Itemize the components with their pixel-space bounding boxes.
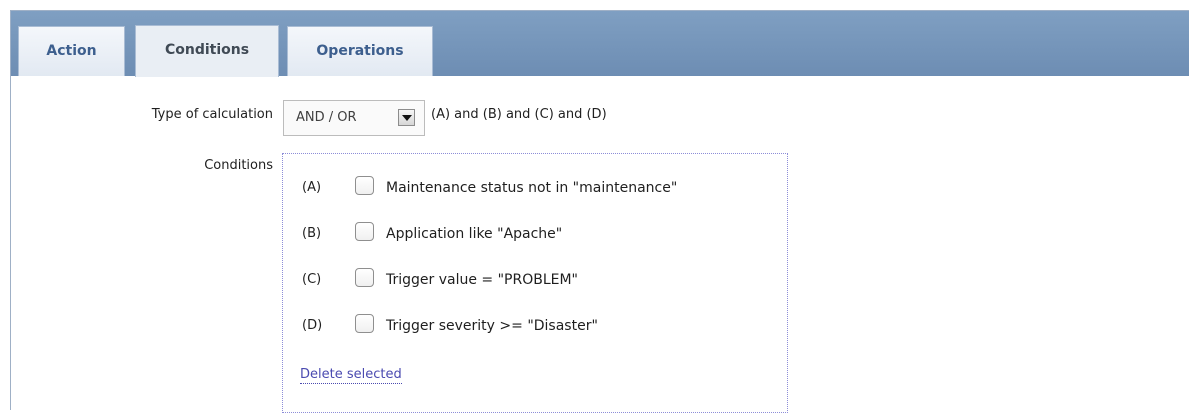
condition-text: Trigger value = "PROBLEM" [386, 272, 579, 288]
conditions-label: Conditions [204, 158, 273, 173]
condition-letter: (A) [302, 180, 322, 195]
condition-checkbox[interactable] [355, 176, 374, 195]
condition-letter: (B) [302, 226, 322, 241]
type-of-calculation-label: Type of calculation [151, 107, 273, 122]
tab-operations[interactable]: Operations [287, 26, 433, 76]
condition-text: Maintenance status not in "maintenance" [386, 180, 678, 196]
type-of-calculation-select[interactable]: AND / OR [283, 100, 425, 136]
conditions-list: (A) Maintenance status not in "maintenan… [282, 153, 788, 413]
select-value: AND / OR [296, 110, 357, 125]
condition-text: Trigger severity >= "Disaster" [386, 318, 598, 334]
condition-text: Application like "Apache" [386, 226, 563, 242]
tab-conditions[interactable]: Conditions [135, 25, 279, 77]
delete-selected-link[interactable]: Delete selected [300, 367, 402, 384]
condition-letter: (C) [302, 272, 322, 287]
condition-letter: (D) [302, 318, 323, 333]
tab-bar: Action Conditions Operations [11, 11, 1189, 77]
tab-action[interactable]: Action [18, 26, 125, 76]
chevron-down-icon[interactable] [398, 109, 415, 126]
condition-checkbox[interactable] [355, 268, 374, 287]
calculation-formula: (A) and (B) and (C) and (D) [431, 107, 607, 122]
condition-checkbox[interactable] [355, 222, 374, 241]
condition-checkbox[interactable] [355, 314, 374, 333]
